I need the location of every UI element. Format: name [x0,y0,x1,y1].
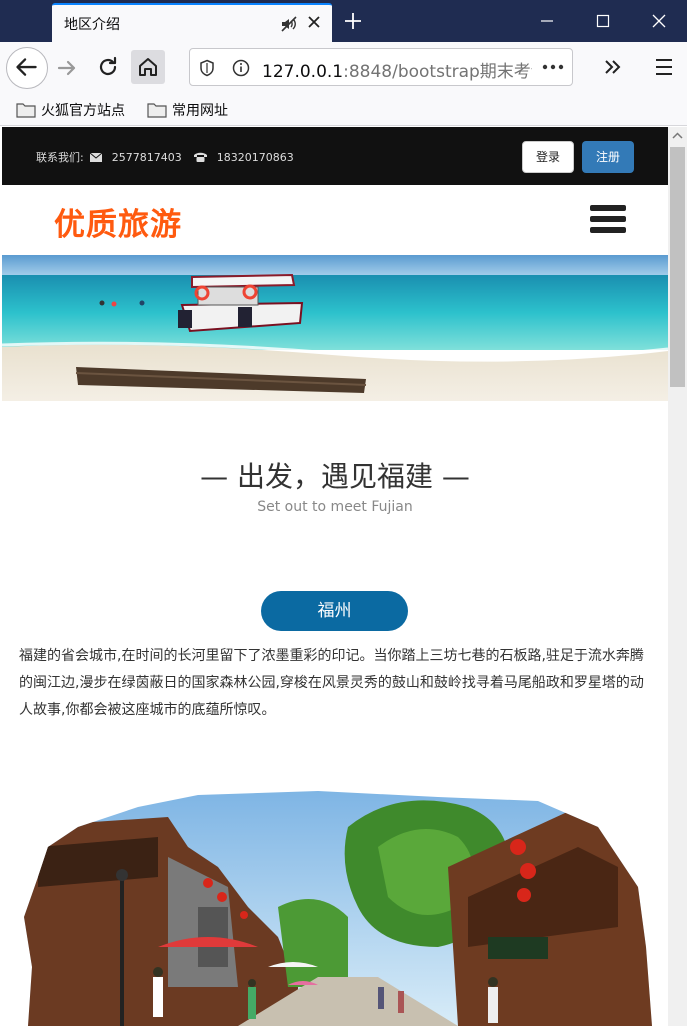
scrollbar-thumb[interactable] [670,147,685,387]
register-button[interactable]: 注册 [582,141,634,173]
browser-titlebar: 地区介绍 [0,0,687,42]
bookmark-label: 火狐官方站点 [41,103,125,119]
maximize-icon[interactable] [575,0,631,42]
address-bar[interactable]: 127.0.0.1:8848/bootstrap期末考试 [189,48,573,86]
reload-icon[interactable] [96,55,120,79]
overflow-chevron-icon[interactable] [602,56,624,78]
url-text[interactable]: 127.0.0.1:8848/bootstrap期末考试 [262,57,532,82]
contact-label: 联系我们: [36,151,84,164]
browser-navbar: 127.0.0.1:8848/bootstrap期末考试 [0,42,687,94]
page-scrollbar[interactable] [668,127,687,1026]
back-arrow-icon [16,58,37,76]
tab-close-icon[interactable] [306,14,322,30]
beach-banner-image [2,255,668,401]
site-header: 优质旅游 [2,185,668,255]
bookmark-label: 常用网址 [172,103,228,119]
home-button[interactable] [131,50,165,84]
site-topbar: 联系我们: 2577817403 18320170863 登录 注册 [2,127,668,185]
back-button[interactable] [6,47,48,89]
shield-icon[interactable] [198,59,216,77]
section-subtitle: Set out to meet Fujian [257,499,413,515]
browser-tab[interactable]: 地区介绍 [52,3,332,42]
mute-icon[interactable] [280,15,298,33]
bookmark-firefox-sites[interactable]: 火狐官方站点 [16,100,125,120]
telephone-icon [193,152,207,162]
city-description: 福建的省会城市,在时间的长河里留下了浓墨重彩的印记。当你踏上三坊七巷的石板路,驻… [19,648,644,718]
bookmarks-bar: 火狐官方站点 常用网址 [0,94,687,126]
site-logo[interactable]: 优质旅游 [54,199,182,244]
page-viewport: 联系我们: 2577817403 18320170863 登录 注册 优质旅游 [2,127,668,1026]
minimize-icon[interactable] [519,0,575,42]
city-fuzhou-button[interactable]: 福州 [261,591,408,631]
menu-icon[interactable] [654,56,674,78]
window-close-icon[interactable] [631,0,687,42]
contact-email-number: 2577817403 [111,150,182,164]
folder-icon [16,103,36,118]
envelope-icon [89,152,102,162]
hamburger-menu-icon[interactable] [590,205,626,237]
home-icon [139,58,157,76]
login-button[interactable]: 登录 [522,141,574,173]
forward-arrow-icon[interactable] [55,56,79,80]
new-tab-icon[interactable] [342,10,364,32]
url-path: :8848/bootstrap期末考试 [343,62,532,82]
folder-icon [147,103,167,118]
tab-title: 地区介绍 [64,17,120,33]
contact-phone-number: 18320170863 [216,150,294,164]
contact-info: 联系我们: 2577817403 18320170863 [36,149,294,165]
section-title: — 出发，遇见福建 — [200,460,470,493]
url-host: 127.0.0.1 [262,62,344,82]
fuzhou-street-image [24,791,652,1026]
page-actions-icon[interactable] [542,63,564,71]
bookmark-common-urls[interactable]: 常用网址 [147,100,228,120]
info-icon[interactable] [232,59,250,77]
scroll-up-arrow-icon[interactable] [668,127,687,145]
